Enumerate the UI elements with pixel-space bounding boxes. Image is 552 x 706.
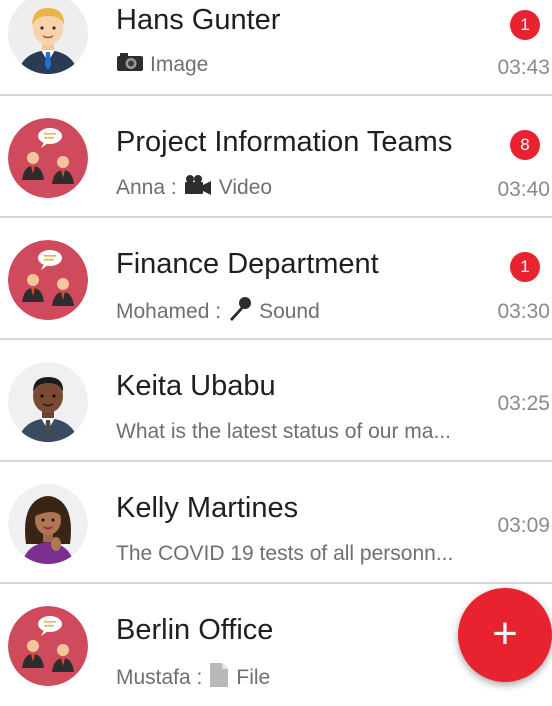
preview-text: File xyxy=(236,666,271,689)
chat-name: Hans Gunter xyxy=(116,4,281,36)
unread-badge: 8 xyxy=(510,130,540,160)
unread-badge: 1 xyxy=(510,252,540,282)
camera-icon xyxy=(116,52,144,78)
chat-preview: Image xyxy=(116,52,208,78)
chat-preview: The COVID 19 tests of all personn... xyxy=(116,542,453,566)
chat-row-hans-gunter[interactable]: Hans Gunter Image 03:43 1 xyxy=(0,0,552,96)
preview-text: Video xyxy=(218,176,273,199)
file-icon xyxy=(208,662,230,694)
chat-row-finance-department[interactable]: Finance Department Mohamed : Sound 03:30… xyxy=(0,218,552,340)
chat-preview: Anna : Video xyxy=(116,174,272,202)
chat-preview: Mustafa : File xyxy=(116,662,270,694)
chat-time: 03:40 xyxy=(497,178,550,201)
chat-preview: What is the latest status of our ma... xyxy=(116,420,451,444)
chat-row-keita-ubabu[interactable]: Keita Ubabu What is the latest status of… xyxy=(0,340,552,462)
chat-name: Kelly Martines xyxy=(116,492,299,524)
avatar[interactable] xyxy=(8,362,88,442)
preview-text: What is the latest status of our ma... xyxy=(116,420,451,443)
new-chat-button[interactable]: + xyxy=(458,588,552,682)
avatar[interactable] xyxy=(8,118,88,198)
video-camera-icon xyxy=(183,174,213,202)
chat-row-project-information-teams[interactable]: Project Information Teams Anna : Video 0… xyxy=(0,96,552,218)
avatar[interactable] xyxy=(8,240,88,320)
chat-time: 03:30 xyxy=(497,300,550,323)
chat-time: 03:43 xyxy=(497,56,550,79)
chat-name: Berlin Office xyxy=(116,614,274,646)
chat-list: Hans Gunter Image 03:43 1 Project Inform… xyxy=(0,0,552,706)
chat-preview: Mohamed : Sound xyxy=(116,296,320,328)
sender-name: Anna : xyxy=(116,176,177,199)
chat-name: Keita Ubabu xyxy=(116,370,276,402)
chat-time: 03:09 xyxy=(497,514,550,537)
chat-name: Finance Department xyxy=(116,248,379,280)
preview-text: Image xyxy=(150,53,209,76)
avatar[interactable] xyxy=(8,484,88,564)
avatar[interactable] xyxy=(8,606,88,686)
unread-badge: 1 xyxy=(510,10,540,40)
preview-text: Sound xyxy=(259,300,320,323)
sender-name: Mustafa : xyxy=(116,666,203,689)
chat-row-kelly-martines[interactable]: Kelly Martines The COVID 19 tests of all… xyxy=(0,462,552,584)
chat-name: Project Information Teams xyxy=(116,126,453,158)
sender-name: Mohamed : xyxy=(116,300,222,323)
avatar[interactable] xyxy=(8,0,88,74)
preview-text: The COVID 19 tests of all personn... xyxy=(116,542,454,565)
microphone-icon xyxy=(227,296,253,328)
chat-time: 03:25 xyxy=(497,392,550,415)
